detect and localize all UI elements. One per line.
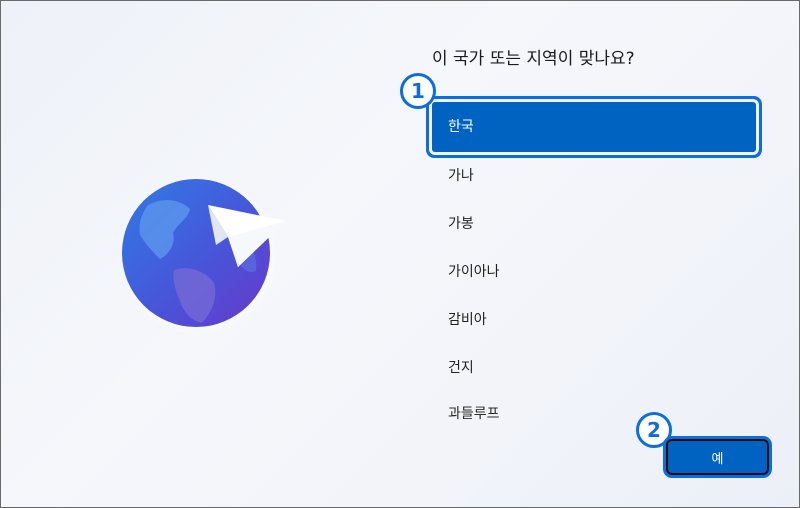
country-item-guernsey[interactable]: 건지: [432, 344, 756, 392]
country-item-guyana[interactable]: 가이아나: [432, 248, 756, 296]
globe-paper-plane-icon: [118, 175, 286, 335]
country-item-label: 감비아: [448, 312, 487, 328]
country-item-label: 가봉: [448, 216, 474, 232]
country-item-korea[interactable]: 한국: [432, 102, 756, 152]
country-item-label: 건지: [448, 360, 474, 376]
step-1-badge: 1: [400, 73, 436, 109]
page-title: 이 국가 또는 지역이 맞나요?: [432, 49, 635, 69]
country-item-gabon[interactable]: 가봉: [432, 200, 756, 248]
step-2-badge: 2: [636, 412, 672, 448]
country-item-label: 한국: [448, 119, 474, 135]
country-list[interactable]: 한국 가나 가봉 가이아나 감비아 건지 과들루프: [432, 102, 756, 424]
globe-illustration: [118, 175, 288, 335]
country-item-guadeloupe[interactable]: 과들루프: [432, 404, 756, 424]
country-item-label: 과들루프: [448, 406, 500, 422]
country-item-label: 가나: [448, 168, 474, 184]
country-item-label: 가이아나: [448, 264, 500, 280]
yes-button[interactable]: 예: [668, 441, 767, 473]
country-item-gambia[interactable]: 감비아: [432, 296, 756, 344]
country-item-ghana[interactable]: 가나: [432, 152, 756, 200]
